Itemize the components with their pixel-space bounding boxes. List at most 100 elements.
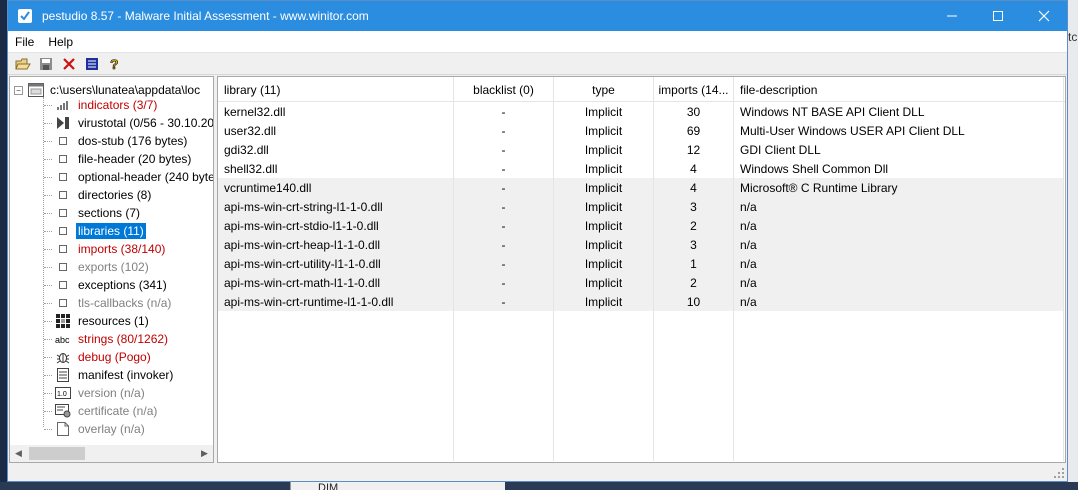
tree-connector bbox=[44, 338, 52, 340]
titlebar[interactable]: pestudio 8.57 - Malware Initial Assessme… bbox=[8, 1, 1067, 31]
table-row[interactable]: api-ms-win-crt-string-l1-1-0.dll - Implici… bbox=[218, 197, 1065, 216]
scrollbar-thumb[interactable] bbox=[29, 447, 85, 460]
tree-item-label: strings (80/1262) bbox=[78, 332, 169, 346]
tree-item-label: optional-header (240 bytes bbox=[78, 170, 213, 184]
table-row[interactable]: shell32.dll - Implicit 4 Windows Shell Commo… bbox=[218, 159, 1065, 178]
close-file-button[interactable] bbox=[57, 54, 80, 74]
tree-connector bbox=[44, 212, 52, 214]
report-button[interactable] bbox=[80, 54, 103, 74]
tree-connector bbox=[44, 104, 52, 106]
delete-icon bbox=[62, 57, 75, 70]
tree-item[interactable]: file-header (20 bytes) bbox=[44, 150, 193, 168]
square-icon bbox=[54, 259, 72, 275]
tree-item-label: virustotal (0/56 - 30.10.201 bbox=[78, 116, 213, 130]
tree-item[interactable]: exports (102) bbox=[44, 258, 151, 276]
tree-panel[interactable]: − c:\users\lunatea\appdata\loc indicator… bbox=[9, 76, 214, 463]
open-icon bbox=[14, 58, 31, 69]
cell-file-description: n/a bbox=[734, 292, 1064, 311]
status-bar bbox=[8, 463, 1067, 481]
tree-item[interactable]: certificate (n/a) bbox=[44, 402, 159, 420]
save-button[interactable] bbox=[34, 54, 57, 74]
tree-horizontal-scrollbar[interactable]: ◀ ▶ bbox=[10, 445, 213, 462]
background-window-right: tc bbox=[1068, 0, 1078, 490]
table-row[interactable]: api-ms-win-crt-stdio-l1-1-0.dll - Implicit… bbox=[218, 216, 1065, 235]
tree-item[interactable]: 1.0 version (n/a) bbox=[44, 384, 147, 402]
cell-empty bbox=[1064, 216, 1065, 235]
close-window-button[interactable] bbox=[1021, 1, 1067, 31]
table-row[interactable]: api-ms-win-crt-runtime-l1-1-0.dll - Implic… bbox=[218, 292, 1065, 311]
collapse-icon[interactable]: − bbox=[14, 85, 23, 95]
resources-icon bbox=[54, 313, 72, 329]
window-title: pestudio 8.57 - Malware Initial Assessme… bbox=[42, 9, 369, 23]
help-icon: ? bbox=[109, 56, 118, 72]
column-header-file-description[interactable]: file-description bbox=[734, 77, 1064, 102]
cell-type: Implicit bbox=[554, 178, 654, 197]
table-row[interactable]: api-ms-win-crt-utility-l1-1-0.dll - Implic… bbox=[218, 254, 1065, 273]
cell-file-description: Multi-User Windows USER API Client DLL bbox=[734, 121, 1064, 140]
tree-item[interactable]: dos-stub (176 bytes) bbox=[44, 132, 189, 150]
cell-imports: 3 bbox=[654, 197, 734, 216]
scroll-left-icon[interactable]: ◀ bbox=[10, 445, 27, 462]
table-row[interactable]: user32.dll - Implicit 69 Multi-User Windows … bbox=[218, 121, 1065, 140]
column-header-type[interactable]: type bbox=[554, 77, 654, 102]
cell-blacklist: - bbox=[454, 292, 554, 311]
table-row[interactable]: gdi32.dll - Implicit 12 GDI Client DLL bbox=[218, 140, 1065, 159]
resize-grip-icon[interactable] bbox=[1053, 467, 1065, 479]
tree-item-label: overlay (n/a) bbox=[78, 422, 145, 436]
scrollbar-track[interactable] bbox=[27, 445, 196, 462]
tree-item[interactable]: optional-header (240 bytes bbox=[44, 168, 213, 186]
tree-item-label: exceptions (341) bbox=[78, 278, 167, 292]
cell-library: api-ms-win-crt-runtime-l1-1-0.dll bbox=[218, 292, 454, 311]
tree-connector bbox=[44, 410, 52, 412]
column-header-empty bbox=[1064, 77, 1065, 102]
tree-item[interactable]: tls-callbacks (n/a) bbox=[44, 294, 173, 312]
menu-help[interactable]: Help bbox=[41, 35, 80, 49]
minimize-button[interactable] bbox=[929, 1, 975, 31]
tree-item[interactable]: debug (Pogo) bbox=[44, 348, 153, 366]
table-row[interactable]: kernel32.dll - Implicit 30 Windows NT BASE A… bbox=[218, 102, 1065, 121]
column-header-imports[interactable]: imports (14... bbox=[654, 77, 734, 102]
cell-imports: 2 bbox=[654, 273, 734, 292]
tree-connector bbox=[44, 356, 52, 358]
table-empty-area bbox=[218, 311, 1065, 461]
square-icon bbox=[54, 277, 72, 293]
empty-column bbox=[454, 311, 554, 461]
column-header-library[interactable]: library (11) bbox=[218, 77, 454, 102]
cell-file-description: n/a bbox=[734, 235, 1064, 254]
column-header-blacklist[interactable]: blacklist (0) bbox=[454, 77, 554, 102]
scroll-right-icon[interactable]: ▶ bbox=[196, 445, 213, 462]
cell-blacklist: - bbox=[454, 178, 554, 197]
table-row[interactable]: api-ms-win-crt-math-l1-1-0.dll - Implicit 2… bbox=[218, 273, 1065, 292]
table-row[interactable]: api-ms-win-crt-heap-l1-1-0.dll - Implicit 3… bbox=[218, 235, 1065, 254]
square-icon bbox=[54, 241, 72, 257]
indicators-icon bbox=[54, 97, 72, 113]
tree-item[interactable]: indicators (3/7) bbox=[44, 96, 159, 114]
tree-item[interactable]: libraries (11) bbox=[44, 222, 146, 240]
menu-file[interactable]: File bbox=[8, 35, 41, 49]
tree-item[interactable]: overlay (n/a) bbox=[44, 420, 147, 438]
cell-file-description: Windows NT BASE API Client DLL bbox=[734, 102, 1064, 121]
tree-item[interactable]: resources (1) bbox=[44, 312, 151, 330]
open-button[interactable] bbox=[11, 54, 34, 74]
background-folder-label: DIM bbox=[318, 482, 339, 490]
table-row[interactable]: vcruntime140.dll - Implicit 4 Microsoft® C R… bbox=[218, 178, 1065, 197]
strings-icon: abc bbox=[54, 331, 72, 347]
tree-connector bbox=[44, 302, 52, 304]
cell-library: api-ms-win-crt-string-l1-1-0.dll bbox=[218, 197, 454, 216]
cell-blacklist: - bbox=[454, 140, 554, 159]
close-icon bbox=[1038, 10, 1050, 22]
maximize-button[interactable] bbox=[975, 1, 1021, 31]
menubar: File Help bbox=[8, 31, 1067, 53]
tree-item[interactable]: sections (7) bbox=[44, 204, 142, 222]
cell-library: gdi32.dll bbox=[218, 140, 454, 159]
tree-item[interactable]: exceptions (341) bbox=[44, 276, 169, 294]
cell-empty bbox=[1064, 178, 1065, 197]
tree-item[interactable]: directories (8) bbox=[44, 186, 153, 204]
tree-item[interactable]: virustotal (0/56 - 30.10.201 bbox=[44, 114, 213, 132]
help-button[interactable]: ? bbox=[103, 54, 126, 74]
tree-item[interactable]: imports (38/140) bbox=[44, 240, 167, 258]
tree-item[interactable]: abc strings (80/1262) bbox=[44, 330, 170, 348]
tree-item[interactable]: manifest (invoker) bbox=[44, 366, 175, 384]
app-window: pestudio 8.57 - Malware Initial Assessme… bbox=[7, 0, 1068, 482]
cell-imports: 1 bbox=[654, 254, 734, 273]
